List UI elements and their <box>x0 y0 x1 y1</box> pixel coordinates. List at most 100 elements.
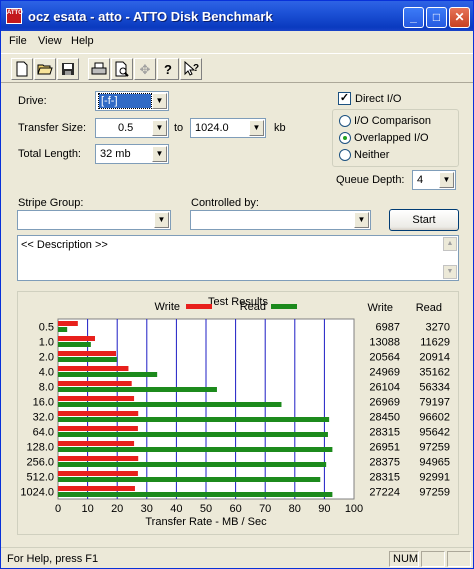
chevron-down-icon[interactable]: ▼ <box>152 93 167 109</box>
write-bar <box>58 336 95 341</box>
svg-text:?: ? <box>193 63 199 74</box>
y-tick-label: 64.0 <box>33 427 54 439</box>
table-read-value: 92991 <box>419 472 450 484</box>
maximize-button[interactable]: □ <box>426 7 447 28</box>
chevron-down-icon[interactable]: ▼ <box>152 120 167 136</box>
io-comparison-label[interactable]: I/O Comparison <box>354 115 431 127</box>
transfer-size-label: Transfer Size: <box>18 122 87 134</box>
transfer-to-select[interactable]: 1024.0 ▼ <box>190 118 266 138</box>
table-write-value: 20564 <box>369 352 400 364</box>
table-write-value: 24969 <box>369 367 400 379</box>
start-button[interactable]: Start <box>389 209 459 231</box>
y-tick-label: 1024.0 <box>20 487 54 499</box>
read-bar <box>58 447 333 452</box>
description-text: << Description >> <box>21 239 108 251</box>
x-tick-label: 40 <box>170 503 182 515</box>
status-panel-empty <box>421 551 445 567</box>
write-bar <box>58 471 138 476</box>
menu-help[interactable]: Help <box>71 35 94 47</box>
table-read-value: 3270 <box>426 322 450 334</box>
chevron-down-icon[interactable]: ▼ <box>154 212 169 228</box>
status-help-text: For Help, press F1 <box>7 553 99 565</box>
chevron-down-icon[interactable]: ▼ <box>152 146 167 162</box>
title-bar[interactable]: ATTO ocz esata - atto - ATTO Disk Benchm… <box>1 1 473 31</box>
x-axis-label: Transfer Rate - MB / Sec <box>145 516 267 528</box>
scroll-down-icon[interactable]: ▼ <box>443 265 457 279</box>
move-icon[interactable]: ✥ <box>134 58 156 80</box>
table-read-value: 97259 <box>419 487 450 499</box>
read-bar <box>58 327 68 332</box>
write-bar <box>58 456 139 461</box>
read-bar <box>58 402 282 407</box>
print-icon[interactable] <box>88 58 110 80</box>
transfer-to-value: 1024.0 <box>195 122 229 134</box>
x-tick-label: 70 <box>259 503 271 515</box>
menu-view[interactable]: View <box>38 35 62 47</box>
controlled-by-select[interactable]: ▼ <box>190 210 371 230</box>
legend-read-label: Read <box>240 301 266 313</box>
io-comparison-radio[interactable] <box>339 115 351 127</box>
table-read-value: 95642 <box>419 427 450 439</box>
read-bar <box>58 342 91 347</box>
chevron-down-icon[interactable]: ▼ <box>249 120 264 136</box>
write-bar <box>58 426 138 431</box>
scroll-up-icon[interactable]: ▲ <box>443 237 457 251</box>
y-tick-label: 32.0 <box>33 412 54 424</box>
y-tick-label: 512.0 <box>26 472 54 484</box>
description-box[interactable]: << Description >> ▲ ▼ <box>17 235 459 281</box>
help-icon[interactable]: ? <box>157 58 179 80</box>
queue-depth-value: 4 <box>417 174 424 186</box>
table-write-value: 26951 <box>369 442 400 454</box>
drive-label: Drive: <box>18 95 47 107</box>
new-icon[interactable] <box>11 58 33 80</box>
direct-io-checkbox[interactable]: ✓ <box>338 92 351 105</box>
app-window: ATTO ocz esata - atto - ATTO Disk Benchm… <box>0 0 474 569</box>
drive-select[interactable]: [-f-] ▼ <box>95 91 169 111</box>
read-bar <box>58 417 330 422</box>
context-help-icon[interactable]: ? <box>180 58 202 80</box>
overlapped-io-radio[interactable] <box>339 132 351 144</box>
transfer-from-value: 0.5 <box>118 122 134 134</box>
queue-depth-select[interactable]: 4 ▼ <box>412 170 456 190</box>
read-bar <box>58 387 217 392</box>
minimize-button[interactable]: _ <box>403 7 424 28</box>
table-read-value: 56334 <box>419 382 450 394</box>
y-tick-label: 1.0 <box>39 337 54 349</box>
x-tick-label: 60 <box>229 503 241 515</box>
write-bar <box>58 351 117 356</box>
window-title: ocz esata - atto - ATTO Disk Benchmark <box>28 9 273 24</box>
direct-io-label[interactable]: Direct I/O <box>355 93 401 105</box>
table-read-value: 94965 <box>419 457 450 469</box>
x-tick-label: 0 <box>55 503 61 515</box>
table-write-value: 28315 <box>369 427 400 439</box>
y-tick-label: 16.0 <box>33 397 54 409</box>
x-tick-label: 50 <box>200 503 212 515</box>
read-bar <box>58 492 333 497</box>
write-bar <box>58 396 135 401</box>
neither-radio[interactable] <box>339 149 351 161</box>
x-tick-label: 80 <box>289 503 301 515</box>
chevron-down-icon[interactable]: ▼ <box>354 212 369 228</box>
read-bar <box>58 477 321 482</box>
queue-depth-label: Queue Depth: <box>336 174 405 186</box>
open-icon[interactable] <box>34 58 56 80</box>
total-length-select[interactable]: 32 mb ▼ <box>95 144 169 164</box>
table-write-value: 28450 <box>369 412 400 424</box>
transfer-from-select[interactable]: 0.5 ▼ <box>95 118 169 138</box>
status-bar: For Help, press F1 NUM <box>1 547 473 568</box>
x-tick-label: 10 <box>81 503 93 515</box>
close-button[interactable]: ✕ <box>449 7 470 28</box>
x-tick-label: 20 <box>111 503 123 515</box>
y-tick-label: 2.0 <box>39 352 54 364</box>
controlled-by-label: Controlled by: <box>191 197 259 209</box>
stripe-group-select[interactable]: ▼ <box>17 210 171 230</box>
menu-file[interactable]: File <box>9 35 27 47</box>
print-preview-icon[interactable] <box>111 58 133 80</box>
y-tick-label: 256.0 <box>26 457 54 469</box>
neither-label[interactable]: Neither <box>354 149 389 161</box>
save-icon[interactable] <box>57 58 79 80</box>
overlapped-io-label[interactable]: Overlapped I/O <box>354 132 429 144</box>
read-bar <box>58 372 158 377</box>
chevron-down-icon[interactable]: ▼ <box>439 172 454 188</box>
legend-write-swatch <box>186 304 212 309</box>
